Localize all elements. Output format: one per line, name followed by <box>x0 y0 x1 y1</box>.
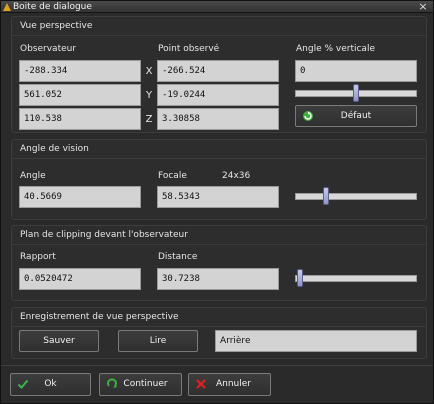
vision-group: Angle de vision Angle Focale 24x36 40.56… <box>11 139 427 220</box>
ok-button[interactable]: Ok <box>10 373 91 396</box>
close-icon[interactable]: × <box>417 1 429 13</box>
clipping-group: Plan de clipping devant l'observateur Ra… <box>11 225 427 301</box>
vertical-angle-field[interactable]: 0 <box>295 60 417 82</box>
reset-icon <box>303 111 313 121</box>
continue-button-label: Continuer <box>123 379 168 389</box>
axis-y-label: Y <box>145 90 153 101</box>
vision-slider-thumb[interactable] <box>322 187 329 205</box>
continue-icon <box>107 378 117 388</box>
clipping-slider-thumb[interactable] <box>297 269 304 287</box>
cancel-icon <box>196 379 206 389</box>
continue-button[interactable]: Continuer <box>99 373 182 396</box>
perspective-group: Vue perspective Observateur Point observ… <box>11 16 427 133</box>
app-icon <box>3 3 11 11</box>
ratio-field[interactable]: 0.0520472 <box>19 268 141 290</box>
group-divider <box>12 326 426 327</box>
observer-z-field[interactable]: 110.538 <box>19 108 141 130</box>
distance-label: Distance <box>158 252 198 262</box>
group-divider <box>12 244 426 245</box>
vertical-angle-label: Angle % verticale <box>296 44 375 54</box>
checkmark-icon <box>17 379 29 389</box>
film-format-label: 24x36 <box>222 171 251 181</box>
record-group: Enregistrement de vue perspective Sauver… <box>11 307 427 359</box>
focal-label: Focale <box>158 171 187 181</box>
target-z-field[interactable]: 3.30858 <box>157 108 279 130</box>
default-button[interactable]: Défaut <box>295 105 417 127</box>
window-title: Boite de dialogue <box>13 2 92 12</box>
read-view-button[interactable]: Lire <box>118 330 198 352</box>
vision-slider[interactable] <box>295 193 417 200</box>
axis-z-label: Z <box>145 114 153 125</box>
target-label: Point observé <box>158 44 220 54</box>
vision-angle-label: Angle <box>20 171 46 181</box>
ratio-label: Rapport <box>20 252 56 262</box>
group-divider <box>12 158 426 159</box>
vision-title: Angle de vision <box>20 144 89 154</box>
cancel-button[interactable]: Annuler <box>188 373 271 396</box>
focal-field[interactable]: 58.5343 <box>157 186 279 208</box>
observer-label: Observateur <box>20 44 77 54</box>
footer-divider <box>1 365 433 366</box>
default-button-label: Défaut <box>340 111 372 121</box>
clipping-title: Plan de clipping devant l'observateur <box>20 230 188 240</box>
save-view-button[interactable]: Sauver <box>19 330 99 352</box>
record-title: Enregistrement de vue perspective <box>20 312 179 322</box>
distance-field[interactable]: 30.7238 <box>157 268 279 290</box>
view-name-field[interactable]: Arrière <box>215 330 417 352</box>
dialog-window: Boite de dialogue × Vue perspective Obse… <box>0 0 434 404</box>
observer-x-field[interactable]: -288.334 <box>19 60 141 82</box>
axis-x-label: X <box>145 66 153 77</box>
group-divider <box>12 35 426 36</box>
target-x-field[interactable]: -266.524 <box>157 60 279 82</box>
title-bar[interactable]: Boite de dialogue × <box>1 1 433 13</box>
cancel-button-label: Annuler <box>215 379 251 389</box>
vertical-angle-slider-thumb[interactable] <box>353 84 359 102</box>
ok-button-label: Ok <box>44 379 57 389</box>
perspective-title: Vue perspective <box>20 21 93 31</box>
target-y-field[interactable]: -19.0244 <box>157 84 279 106</box>
observer-y-field[interactable]: 561.052 <box>19 84 141 106</box>
vision-angle-field[interactable]: 40.5669 <box>19 186 141 208</box>
clipping-slider[interactable] <box>295 275 417 282</box>
